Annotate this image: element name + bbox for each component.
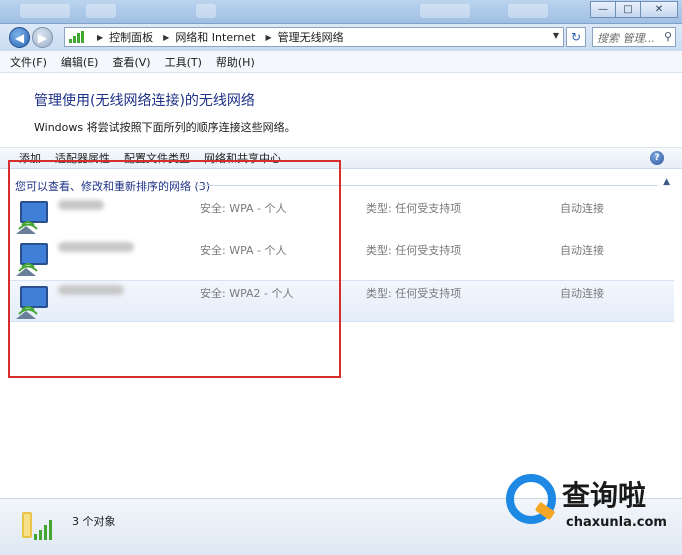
maximize-button[interactable]: □ bbox=[615, 1, 641, 18]
breadcrumb-separator[interactable]: ▶ bbox=[266, 33, 272, 42]
object-count: 3 个对象 bbox=[72, 515, 116, 528]
breadcrumb-control-panel[interactable]: 控制面板 bbox=[109, 29, 153, 45]
help-icon[interactable]: ? bbox=[650, 151, 664, 165]
menu-view[interactable]: 查看(V) bbox=[112, 54, 150, 70]
chevron-up-icon[interactable]: ▲ bbox=[663, 177, 670, 187]
network-type: 类型: 任何受支持项 bbox=[366, 202, 462, 215]
menu-tools[interactable]: 工具(T) bbox=[165, 54, 202, 70]
page-header: 管理使用(无线网络连接)的无线网络 Windows 将尝试按照下面所列的顺序连接… bbox=[0, 73, 682, 145]
page-title: 管理使用(无线网络连接)的无线网络 bbox=[34, 93, 255, 109]
network-type: 类型: 任何受支持项 bbox=[366, 244, 462, 257]
title-blur bbox=[20, 4, 70, 18]
refresh-button[interactable]: ↻ bbox=[566, 27, 586, 47]
watermark-logo: 查询啦 chaxunla.com bbox=[500, 470, 682, 538]
forward-button[interactable]: ▶ bbox=[32, 27, 53, 48]
search-icon[interactable]: ⚲ bbox=[664, 30, 672, 43]
wireless-status-icon bbox=[22, 512, 52, 540]
page-description: Windows 将尝试按照下面所列的顺序连接这些网络。 bbox=[34, 121, 296, 134]
address-row: ◀ ▶ ▶ 控制面板 ▶ 网络和 Internet ▶ 管理无线网络 ▼ ↻ 搜… bbox=[0, 24, 682, 51]
window-controls: — □ ✕ bbox=[590, 1, 678, 18]
watermark-en-text: chaxunla.com bbox=[566, 515, 667, 530]
title-bar: — □ ✕ bbox=[0, 0, 682, 24]
title-blur bbox=[420, 4, 470, 18]
address-dropdown-icon[interactable]: ▼ bbox=[553, 31, 559, 40]
network-connect-mode: 自动连接 bbox=[560, 202, 604, 215]
back-button[interactable]: ◀ bbox=[9, 27, 30, 48]
breadcrumb-separator[interactable]: ▶ bbox=[163, 33, 169, 42]
minimize-button[interactable]: — bbox=[590, 1, 616, 18]
network-connect-mode: 自动连接 bbox=[560, 244, 604, 257]
menu-bar: 文件(F) 编辑(E) 查看(V) 工具(T) 帮助(H) bbox=[0, 51, 682, 73]
search-input[interactable]: 搜索 管理... ⚲ bbox=[592, 27, 676, 47]
breadcrumb-network-internet[interactable]: 网络和 Internet bbox=[175, 29, 255, 45]
magnifier-logo-icon bbox=[506, 474, 556, 524]
title-blur bbox=[86, 4, 116, 18]
menu-file[interactable]: 文件(F) bbox=[10, 54, 47, 70]
network-type: 类型: 任何受支持项 bbox=[366, 287, 462, 300]
breadcrumb-manage-wireless[interactable]: 管理无线网络 bbox=[278, 29, 344, 45]
highlight-annotation-box bbox=[8, 160, 341, 378]
title-blur bbox=[196, 4, 216, 18]
network-connect-mode: 自动连接 bbox=[560, 287, 604, 300]
network-signal-icon bbox=[69, 31, 85, 43]
title-blur bbox=[508, 4, 548, 18]
address-bar[interactable]: ▶ 控制面板 ▶ 网络和 Internet ▶ 管理无线网络 ▼ bbox=[64, 27, 564, 47]
watermark-cn-text: 查询啦 bbox=[562, 479, 647, 512]
menu-edit[interactable]: 编辑(E) bbox=[61, 54, 99, 70]
search-placeholder: 搜索 管理... bbox=[597, 32, 655, 45]
breadcrumb-separator[interactable]: ▶ bbox=[97, 33, 103, 42]
menu-help[interactable]: 帮助(H) bbox=[216, 54, 255, 70]
close-button[interactable]: ✕ bbox=[640, 1, 678, 18]
